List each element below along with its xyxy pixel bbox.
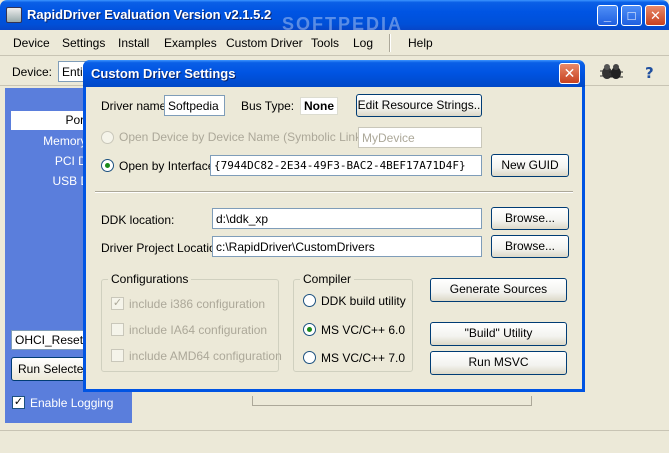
amd64-checkbox[interactable] [111,349,124,362]
ddk-location-label: DDK location: [101,213,175,227]
bus-type-value: None [300,97,338,115]
compiler-title: Compiler [300,272,355,286]
ddk-build-radio[interactable] [303,294,316,307]
menu-tools[interactable]: Tools [311,36,339,50]
menu-bar: Device Settings Install Examples Custom … [0,30,669,56]
driver-name-label: Driver name: [101,99,170,113]
ddk-browse-button[interactable]: Browse... [491,207,569,230]
menu-examples[interactable]: Examples [164,36,217,50]
ia64-label: include IA64 configuration [129,323,268,337]
open-interface-radio[interactable] [101,159,114,172]
open-symbolic-label: Open Device by Device Name (Symbolic Lin… [119,130,369,144]
menu-log[interactable]: Log [353,36,373,50]
menu-settings[interactable]: Settings [62,36,105,50]
main-title-bar[interactable]: RapidDriver Evaluation Version v2.1.5.2 … [0,0,669,34]
ddk-build-label: DDK build utility [321,294,406,308]
radio-dot [105,163,110,168]
maximize-button[interactable]: □ [621,5,642,26]
svg-text:?: ? [645,64,654,81]
example-combo[interactable]: OHCI_Reset [11,330,86,350]
enable-logging-checkbox[interactable]: ✓ [12,396,25,409]
driver-name-input[interactable]: Softpedia [164,95,225,116]
configurations-title: Configurations [108,272,192,286]
new-guid-button[interactable]: New GUID [491,154,569,177]
dialog-title-bar[interactable]: Custom Driver Settings ✕ [83,60,585,87]
amd64-label: include AMD64 configuration [129,349,282,363]
project-location-label: Driver Project Location: [101,241,226,255]
content-frame [252,396,532,406]
build-utility-button[interactable]: "Build" Utility [430,322,567,346]
close-button[interactable]: ✕ [645,5,666,26]
app-title: RapidDriver Evaluation Version v2.1.5.2 [27,7,272,22]
enable-logging-label: Enable Logging [30,396,114,410]
radio-dot [307,327,312,332]
msvc6-radio[interactable] [303,323,316,336]
custom-driver-settings-dialog: Custom Driver Settings ✕ Driver name: So… [83,60,585,392]
separator [95,191,573,193]
ddk-location-input[interactable]: d:\ddk_xp [212,208,482,229]
project-location-input[interactable]: c:\RapidDriver\CustomDrivers [212,236,482,257]
bus-type-label: Bus Type: [241,99,295,113]
symbolic-link-input[interactable]: MyDevice [358,127,482,148]
i386-checkbox[interactable]: ✓ [111,297,124,310]
menu-device[interactable]: Device [13,36,50,50]
msvc6-label: MS VC/C++ 6.0 [321,323,406,337]
minimize-button[interactable]: _ [597,5,618,26]
menu-custom-driver[interactable]: Custom Driver [226,36,303,50]
app-icon [6,7,22,23]
device-label: Device: [12,65,53,79]
dialog-close-button[interactable]: ✕ [559,63,580,84]
dialog-title: Custom Driver Settings [91,66,236,81]
menu-install[interactable]: Install [118,36,149,50]
menu-separator [389,34,391,52]
run-msvc-button[interactable]: Run MSVC [430,351,567,375]
compiler-group: Compiler DDK build utility MS VC/C++ 6.0… [293,272,413,372]
edit-resource-strings-button[interactable]: Edit Resource Strings.. [356,94,482,117]
dialog-body: Driver name: Softpedia Bus Type: None Ed… [86,87,582,389]
i386-label: include i386 configuration [129,297,266,311]
bug-icon-2[interactable] [607,63,625,81]
generate-sources-button[interactable]: Generate Sources [430,278,567,302]
help-icon[interactable]: ? [640,63,658,82]
open-symbolic-radio[interactable] [101,131,114,144]
msvc7-radio[interactable] [303,351,316,364]
open-interface-label: Open by Interface: [119,159,218,173]
run-selected-button[interactable]: Run Selected [11,357,86,381]
status-bar [0,430,669,453]
configurations-group: Configurations ✓ include i386 configurat… [101,272,282,372]
project-browse-button[interactable]: Browse... [491,235,569,258]
msvc7-label: MS VC/C++ 7.0 [321,351,406,365]
ia64-checkbox[interactable] [111,323,124,336]
interface-guid-input[interactable]: {7944DC82-2E34-49F3-BAC2-4BEF17A71D4F} [210,155,482,176]
menu-help[interactable]: Help [408,36,433,50]
